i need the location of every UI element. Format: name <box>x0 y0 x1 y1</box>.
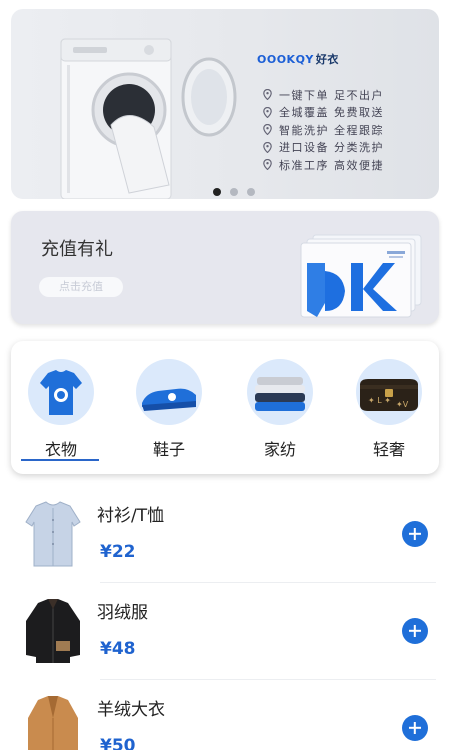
feature-text: 全城覆盖 免费取送 <box>279 106 384 120</box>
list-item[interactable]: 羽绒服 ¥48 <box>14 583 436 680</box>
tab-label: 衣物 <box>44 440 77 459</box>
promo-banner[interactable]: OOOKQY 好衣 一键下单 足不出户 全城覆盖 免费取送 智能洗护 全程跟踪 进… <box>11 9 439 199</box>
tab-label: 轻奢 <box>372 440 405 459</box>
tab-shoes[interactable]: 鞋子 <box>129 359 209 460</box>
feature-text: 智能洗护 全程跟踪 <box>279 123 384 137</box>
location-pin-icon <box>263 89 272 101</box>
carousel-dot[interactable] <box>213 188 221 196</box>
down-jacket-thumbnail <box>26 599 80 663</box>
feature-item: 智能洗护 全程跟踪 <box>263 121 384 139</box>
list-item[interactable]: 衬衫/T恤 ¥22 <box>14 486 436 583</box>
add-to-cart-button[interactable] <box>402 618 428 644</box>
list-item[interactable]: 羊绒大衣 ¥50 <box>14 680 436 750</box>
add-to-cart-button[interactable] <box>402 715 428 741</box>
svg-text:✦ L ✦: ✦ L ✦ <box>368 396 391 405</box>
luxury-bag-icon: ✦ L ✦ ✦V <box>356 359 422 425</box>
feature-text: 标准工序 高效便捷 <box>279 158 384 172</box>
feature-item: 标准工序 高效便捷 <box>263 156 384 174</box>
tab-home-textiles[interactable]: 家纺 <box>240 359 320 460</box>
wool-coat-thumbnail <box>28 696 78 750</box>
recharge-card[interactable]: 充值有礼 点击充值 <box>11 211 439 324</box>
active-tab-indicator <box>21 459 99 461</box>
category-tabs: 衣物 鞋子 家纺 ✦ L ✦ ✦V 轻奢 <box>11 341 439 474</box>
tab-label: 家纺 <box>263 440 296 459</box>
carousel-dot[interactable] <box>230 188 238 196</box>
location-pin-icon <box>263 106 272 118</box>
washing-machine-image <box>60 38 237 199</box>
tab-label: 鞋子 <box>152 440 185 459</box>
feature-item: 全城覆盖 免费取送 <box>263 104 384 122</box>
recharge-button[interactable]: 点击充值 <box>39 277 123 297</box>
shirt-icon <box>28 359 94 425</box>
product-name: 衬衫/T恤 <box>97 506 165 526</box>
feature-text: 进口设备 分类洗护 <box>279 141 384 155</box>
feature-item: 进口设备 分类洗护 <box>263 139 384 157</box>
location-pin-icon <box>263 124 272 136</box>
location-pin-icon <box>263 141 272 153</box>
product-price: ¥50 <box>100 736 136 750</box>
product-name: 羊绒大衣 <box>97 700 165 720</box>
gift-card-image <box>300 234 422 318</box>
svg-text:✦V: ✦V <box>396 400 409 409</box>
brand-logo: OOOKQY 好衣 <box>257 53 339 66</box>
app-screen: OOOKQY 好衣 一键下单 足不出户 全城覆盖 免费取送 智能洗护 全程跟踪 进… <box>0 0 450 750</box>
recharge-title: 充值有礼 <box>41 239 113 260</box>
add-to-cart-button[interactable] <box>402 521 428 547</box>
feature-list: 一键下单 足不出户 全城覆盖 免费取送 智能洗护 全程跟踪 进口设备 分类洗护 … <box>263 86 384 174</box>
tab-luxury[interactable]: ✦ L ✦ ✦V 轻奢 <box>349 359 429 460</box>
feature-item: 一键下单 足不出户 <box>263 86 384 104</box>
location-pin-icon <box>263 159 272 171</box>
tab-clothes[interactable]: 衣物 <box>21 359 101 460</box>
product-price: ¥22 <box>100 542 136 562</box>
bedding-icon <box>247 359 313 425</box>
product-price: ¥48 <box>100 639 136 659</box>
feature-text: 一键下单 足不出户 <box>279 88 384 102</box>
carousel-indicator <box>213 188 255 196</box>
carousel-dot[interactable] <box>247 188 255 196</box>
product-name: 羽绒服 <box>97 603 148 623</box>
shirt-thumbnail <box>25 501 81 567</box>
shoe-icon <box>136 359 202 425</box>
